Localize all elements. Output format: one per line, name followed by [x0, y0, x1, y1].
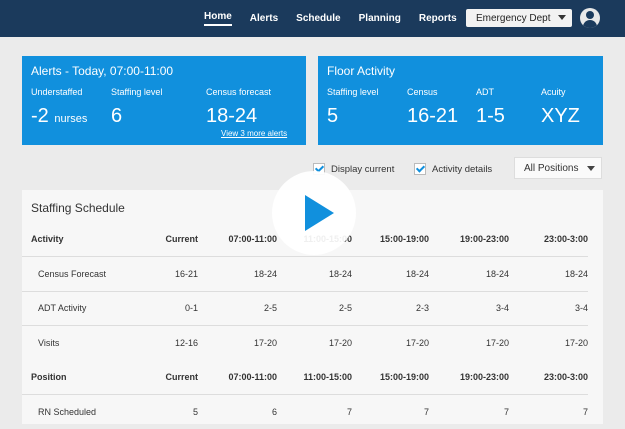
- schedule-title: Staffing Schedule: [31, 201, 125, 215]
- alerts-title: Alerts - Today, 07:00-11:00: [31, 64, 173, 78]
- nav-planning[interactable]: Planning: [359, 13, 401, 24]
- main-nav: Home Alerts Schedule Planning Reports: [204, 0, 475, 37]
- floor-census-value: 16-21: [407, 105, 458, 128]
- column-header: 15:00-19:00: [352, 222, 429, 257]
- table-row: Visits12-1617-2017-2017-2017-2017-20: [22, 326, 588, 361]
- play-icon: [305, 195, 334, 231]
- table-cell: 18-24: [198, 257, 277, 292]
- floor-acuity-label: Acuity: [541, 87, 566, 97]
- table-cell: 0-1: [162, 291, 198, 326]
- top-bar: Home Alerts Schedule Planning Reports Em…: [0, 0, 625, 37]
- staffing-level-value: 6: [111, 105, 122, 128]
- table-cell: 17-20: [277, 326, 352, 361]
- column-header: 23:00-3:00: [509, 360, 588, 395]
- department-select[interactable]: Emergency Dept: [466, 9, 572, 27]
- floor-adt-value: 1-5: [476, 105, 505, 128]
- activity-details-label: Activity details: [432, 164, 492, 175]
- table-row: ADT Activity0-12-52-52-33-43-4: [22, 291, 588, 326]
- table-cell: 18-24: [352, 257, 429, 292]
- floor-staffing-label: Staffing level: [327, 87, 378, 97]
- positions-select[interactable]: All Positions: [514, 157, 602, 179]
- column-header: Activity: [22, 222, 162, 257]
- more-alerts-link[interactable]: View 3 more alerts: [221, 129, 287, 138]
- table-cell: Census Forecast: [22, 257, 162, 292]
- user-icon[interactable]: [580, 8, 600, 28]
- column-header: 11:00-15:00: [277, 360, 352, 395]
- table-cell: 2-5: [277, 291, 352, 326]
- floor-staffing-value: 5: [327, 105, 338, 128]
- floor-census-label: Census: [407, 87, 438, 97]
- table-cell: 2-5: [198, 291, 277, 326]
- staffing-level-label: Staffing level: [111, 87, 162, 97]
- floor-acuity-value: XYZ: [541, 105, 580, 128]
- chevron-down-icon: [558, 15, 566, 20]
- table-cell: 16-21: [162, 257, 198, 292]
- table-cell: 18-24: [277, 257, 352, 292]
- table-cell: 18-24: [429, 257, 509, 292]
- nav-schedule[interactable]: Schedule: [296, 13, 340, 24]
- chevron-down-icon: [587, 166, 595, 171]
- table-cell: 3-4: [509, 291, 588, 326]
- nav-reports[interactable]: Reports: [419, 13, 457, 24]
- table-cell: 17-20: [509, 326, 588, 361]
- nav-home[interactable]: Home: [204, 11, 232, 26]
- column-header: Position: [22, 360, 162, 395]
- census-forecast-label: Census forecast: [206, 87, 271, 97]
- department-label: Emergency Dept: [476, 13, 550, 24]
- column-header: 23:00-3:00: [509, 222, 588, 257]
- nav-alerts[interactable]: Alerts: [250, 13, 278, 24]
- play-button[interactable]: [272, 171, 356, 255]
- activity-details-checkbox[interactable]: Activity details: [414, 163, 492, 175]
- column-header: 19:00-23:00: [429, 222, 509, 257]
- display-current-label: Display current: [331, 164, 394, 175]
- column-header: 15:00-19:00: [352, 360, 429, 395]
- floor-activity-title: Floor Activity: [327, 64, 395, 78]
- census-forecast-value: 18-24: [206, 105, 257, 128]
- table-cell: 12-16: [162, 326, 198, 361]
- understaffed-label: Understaffed: [31, 87, 82, 97]
- column-header: 07:00-11:00: [198, 222, 277, 257]
- column-header: 19:00-23:00: [429, 360, 509, 395]
- column-header: Current: [162, 360, 198, 395]
- understaffed-value: -2 nurses: [31, 105, 87, 128]
- table-cell: 2-3: [352, 291, 429, 326]
- floor-activity-card: Floor Activity Staffing level 5 Census 1…: [318, 56, 603, 145]
- column-header: 07:00-11:00: [198, 360, 277, 395]
- table-row: Census Forecast16-2118-2418-2418-2418-24…: [22, 257, 588, 292]
- table-cell: 17-20: [198, 326, 277, 361]
- table-cell: 17-20: [429, 326, 509, 361]
- table-cell: 3-4: [429, 291, 509, 326]
- alerts-card: Alerts - Today, 07:00-11:00 Understaffed…: [22, 56, 306, 145]
- checkbox-icon: [414, 163, 426, 175]
- table-cell: 17-20: [352, 326, 429, 361]
- table-cell: ADT Activity: [22, 291, 162, 326]
- table-cell: Visits: [22, 326, 162, 361]
- positions-label: All Positions: [524, 163, 578, 174]
- floor-adt-label: ADT: [476, 87, 494, 97]
- column-header: Current: [162, 222, 198, 257]
- table-header-row: PositionCurrent07:00-11:0011:00-15:0015:…: [22, 360, 588, 395]
- table-cell: 18-24: [509, 257, 588, 292]
